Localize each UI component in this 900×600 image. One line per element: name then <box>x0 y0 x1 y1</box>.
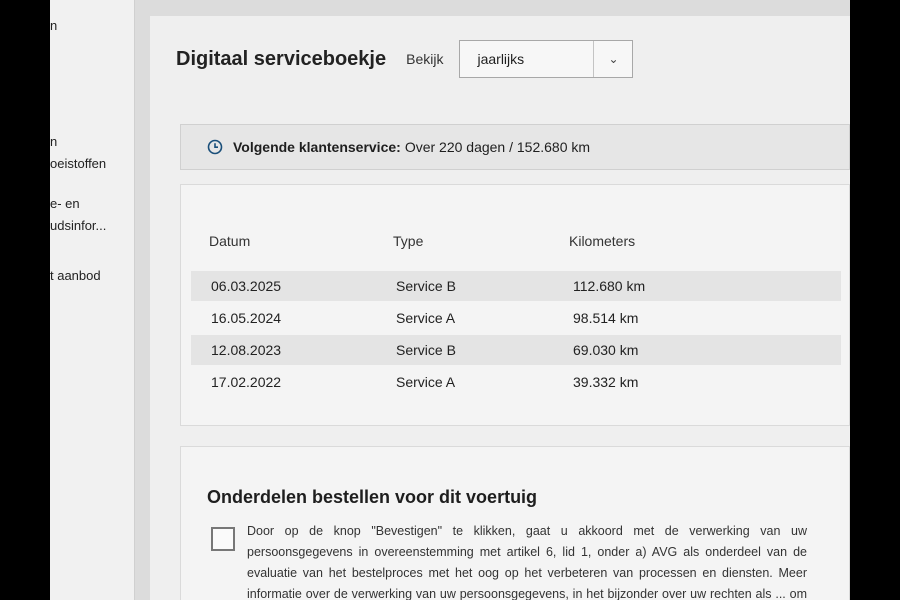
consent-checkbox[interactable] <box>211 527 235 551</box>
column-header-date: Datum <box>209 233 251 249</box>
table-row: 06.03.2025 Service B 112.680 km <box>191 271 841 301</box>
table-row: 16.05.2024 Service A 98.514 km <box>191 303 841 333</box>
row-type: Service A <box>396 310 456 326</box>
table-row: 12.08.2023 Service B 69.030 km <box>191 335 841 365</box>
sidebar-item-fuels[interactable]: oeistoffen <box>50 156 106 171</box>
order-parts-section: Onderdelen bestellen voor dit voertuig D… <box>180 446 850 600</box>
view-select[interactable]: jaarlijks ⌄ <box>459 40 634 78</box>
consent-text: Door op de knop "Bevestigen" te klikken,… <box>247 524 807 600</box>
row-type: Service B <box>396 342 456 358</box>
service-history-table: Datum Type Kilometers 06.03.2025 Service… <box>180 184 850 426</box>
main-content: Digitaal serviceboekje Bekijk jaarlijks … <box>150 16 850 600</box>
column-header-kilometers: Kilometers <box>569 233 636 249</box>
next-service-value: Over 220 dagen / 152.680 km <box>404 139 591 155</box>
row-km: 112.680 km <box>573 278 646 294</box>
column-header-type: Type <box>393 233 424 249</box>
next-service-banner: Volgende klantenservice: Over 220 dagen … <box>180 124 850 170</box>
row-type: Service B <box>396 278 456 294</box>
sidebar-item[interactable]: n <box>50 134 57 149</box>
page-title: Digitaal serviceboekje <box>176 47 387 70</box>
row-km: 98.514 km <box>573 310 639 326</box>
order-parts-title: Onderdelen bestellen voor dit voertuig <box>207 487 538 507</box>
row-date: 16.05.2024 <box>211 310 282 326</box>
screen: n n oeistoffen e- en udsinfor... t aanbo… <box>50 0 850 600</box>
sidebar: n n oeistoffen e- en udsinfor... t aanbo… <box>50 0 135 600</box>
row-km: 39.332 km <box>573 374 639 390</box>
chevron-down-icon: ⌄ <box>593 41 632 77</box>
sidebar-item-maintenance[interactable]: e- en <box>50 196 80 211</box>
sidebar-item-maintenance-info[interactable]: udsinfor... <box>50 218 106 233</box>
row-date: 12.08.2023 <box>211 342 282 358</box>
sidebar-item-offer[interactable]: t aanbod <box>50 268 101 283</box>
next-service-label: Volgende klantenservice: <box>233 139 401 155</box>
title-row: Digitaal serviceboekje Bekijk jaarlijks … <box>176 40 634 78</box>
view-label: Bekijk <box>406 51 444 67</box>
table-row: 17.02.2022 Service A 39.332 km <box>191 367 841 397</box>
sidebar-item[interactable]: n <box>50 18 57 33</box>
row-date: 06.03.2025 <box>211 278 282 294</box>
row-type: Service A <box>396 374 456 390</box>
view-select-value: jaarlijks <box>477 51 525 67</box>
row-date: 17.02.2022 <box>211 374 282 390</box>
row-km: 69.030 km <box>573 342 639 358</box>
clock-icon <box>207 139 223 155</box>
